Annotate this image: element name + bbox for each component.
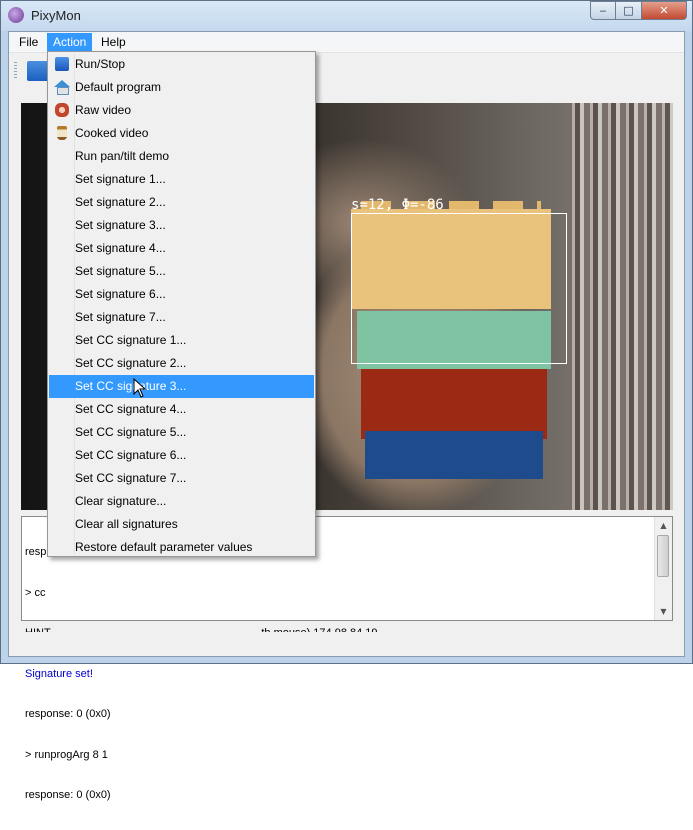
close-button[interactable]: ✕ [642,1,687,20]
menu-item-label: Set signature 1... [75,172,166,186]
menu-item-label: Default program [75,80,162,94]
menu-item-label: Run/Stop [75,57,126,71]
menu-item-set-cc-signature-5[interactable]: Set CC signature 5... [49,421,314,444]
menu-item-label: Set CC signature 1... [75,333,187,347]
console-lines: resp > cc HINT th mouse) 174 98 84 19 Si… [25,519,378,830]
menu-item-label: Set signature 2... [75,195,166,209]
menu-item-label: Set CC signature 5... [75,425,187,439]
menu-item-restore-default-parameter-values[interactable]: Restore default parameter values [49,536,314,559]
detection-bounding-box [351,213,567,364]
console-line: response: 0 (0x0) [25,708,111,720]
menu-action[interactable]: Action [47,33,93,51]
run-stop-icon [55,57,69,71]
scroll-up-arrow-icon[interactable]: ▲ [655,517,672,534]
menu-item-label: Set signature 7... [75,310,166,324]
menu-item-label: Restore default parameter values [75,540,253,554]
menu-item-clear-signature[interactable]: Clear signature... [49,490,314,513]
window-title: PixyMon [31,8,81,23]
menu-file[interactable]: File [13,33,44,51]
status-bar [9,632,684,656]
raw-meat-icon [55,103,69,117]
menu-item-label: Set signature 4... [75,241,166,255]
menu-item-set-cc-signature-2[interactable]: Set CC signature 2... [49,352,314,375]
menu-item-label: Raw video [75,103,132,117]
mouse-cursor-icon [133,378,147,398]
menu-item-default-program[interactable]: Default program [49,76,314,99]
menu-item-run-pan-tilt-demo[interactable]: Run pan/tilt demo [49,145,314,168]
console-line: response: 0 (0x0) [25,789,111,801]
menu-item-set-signature-7[interactable]: Set signature 7... [49,306,314,329]
menu-item-set-cc-signature-3[interactable]: Set CC signature 3... [49,375,314,398]
menu-item-label: Set signature 5... [75,264,166,278]
scroll-down-arrow-icon[interactable]: ▼ [655,603,672,620]
pixymon-app-icon [8,7,24,23]
menu-item-cooked-video[interactable]: Cooked video [49,122,314,145]
caption-buttons: ‒ □ ✕ [590,1,687,21]
menu-item-raw-video[interactable]: Raw video [49,99,314,122]
menu-item-set-signature-3[interactable]: Set signature 3... [49,214,314,237]
menu-item-clear-all-signatures[interactable]: Clear all signatures [49,513,314,536]
menu-item-label: Set CC signature 6... [75,448,187,462]
menu-item-label: Set CC signature 4... [75,402,187,416]
menu-item-set-cc-signature-6[interactable]: Set CC signature 6... [49,444,314,467]
menu-item-run-stop[interactable]: Run/Stop [49,53,314,76]
home-icon [54,80,70,95]
menu-item-set-cc-signature-7[interactable]: Set CC signature 7... [49,467,314,490]
menu-item-set-signature-1[interactable]: Set signature 1... [49,168,314,191]
maximize-button[interactable]: □ [616,1,642,20]
menu-item-set-signature-5[interactable]: Set signature 5... [49,260,314,283]
console-scrollbar[interactable]: ▲ ▼ [654,517,672,620]
menu-item-label: Clear all signatures [75,517,178,531]
menu-item-set-signature-2[interactable]: Set signature 2... [49,191,314,214]
pixymon-window: PixyMon ‒ □ ✕ File Action Help s=12, Φ=-… [0,0,693,801]
menu-item-label: Clear signature... [75,494,167,508]
menu-item-label: Run pan/tilt demo [75,149,170,163]
menu-item-label: Set signature 6... [75,287,166,301]
action-menu: Run/Stop Default program Raw video Cooked v… [47,51,316,557]
cooked-food-icon [57,126,67,140]
run-stop-toolbar-button[interactable] [27,61,49,81]
detection-label: s=12, Φ=-86 [351,197,444,213]
menu-item-label: Cooked video [75,126,149,140]
menu-item-set-signature-6[interactable]: Set signature 6... [49,283,314,306]
scroll-thumb[interactable] [657,535,669,577]
menu-item-label: Set CC signature 2... [75,356,187,370]
menu-item-label: Set CC signature 7... [75,471,187,485]
title-bar[interactable]: PixyMon ‒ □ ✕ [1,1,692,31]
menu-item-label: Set CC signature 3... [75,379,187,393]
menu-help[interactable]: Help [95,33,132,51]
console-line: > runprogArg 8 1 [25,748,108,761]
minimize-button[interactable]: ‒ [590,1,616,20]
menu-item-set-cc-signature-4[interactable]: Set CC signature 4... [49,398,314,421]
menu-bar: File Action Help [9,32,684,53]
menu-item-label: Set signature 3... [75,218,166,232]
console-line: Signature set! [25,667,93,680]
menu-item-set-cc-signature-1[interactable]: Set CC signature 1... [49,329,314,352]
background-shelf [566,103,673,510]
console-line: > cc [25,586,46,599]
toolbar-grip-icon[interactable] [14,62,17,78]
menu-item-set-signature-4[interactable]: Set signature 4... [49,237,314,260]
